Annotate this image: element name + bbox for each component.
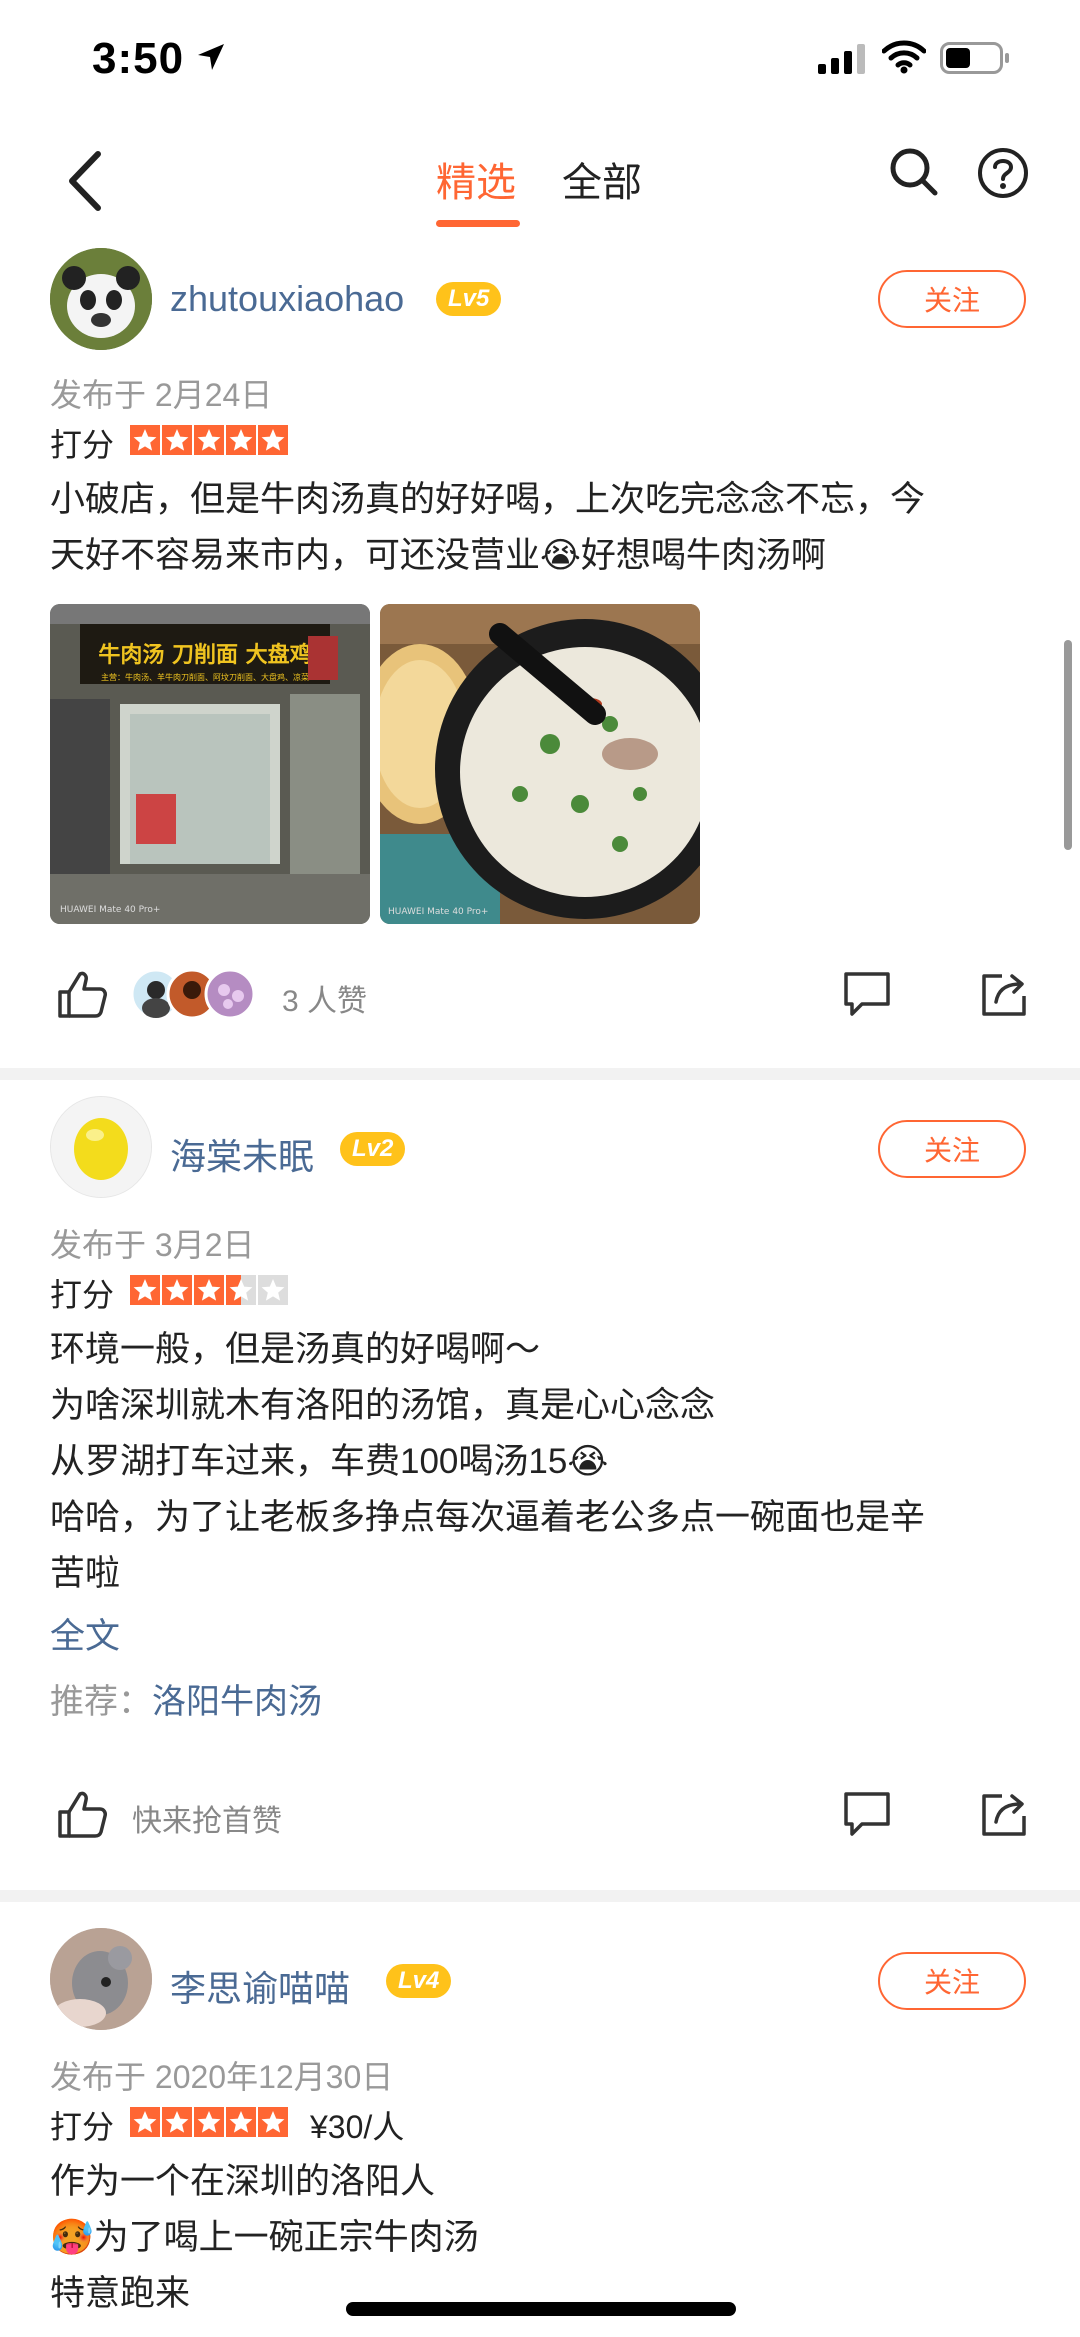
cellular-signal-icon: [818, 44, 865, 74]
share-icon[interactable]: [980, 970, 1028, 1018]
status-bar: 3:50: [0, 0, 1080, 120]
review-text-line: 为啥深圳就木有洛阳的汤馆，真是心心念念: [50, 1386, 716, 1425]
star-icon: [162, 1275, 192, 1305]
wifi-icon: [882, 40, 926, 74]
username[interactable]: 海棠未眠: [170, 1128, 314, 1180]
shop-sign-text: 牛肉汤 刀削面 大盘鸡: [98, 642, 311, 668]
likes-count: 3 人赞: [282, 985, 368, 1018]
review-text-line: 🥵为了喝上一碗正宗牛肉汤: [50, 2218, 479, 2257]
first-like-prompt: 快来抢首赞: [132, 1805, 282, 1838]
like-icon[interactable]: [56, 970, 108, 1020]
level-badge: Lv4: [386, 1964, 452, 1998]
share-icon[interactable]: [980, 1790, 1028, 1838]
recommend-dish-link[interactable]: 洛阳牛肉汤: [152, 1683, 322, 1721]
star-rating: [130, 1275, 290, 1305]
liker-avatars[interactable]: [130, 968, 260, 1020]
review-list: zhutouxiaohao Lv5 关注 发布于 2月24日 打分 小破店，但是…: [0, 240, 1080, 2322]
post-date: 发布于 3月2日: [50, 1227, 255, 1263]
star-icon: [130, 1275, 160, 1305]
username[interactable]: zhutouxiaohao: [170, 278, 404, 320]
review-text-line: 从罗湖打车过来，车费100喝汤15😭: [50, 1442, 609, 1481]
star-icon: [130, 2107, 160, 2137]
star-rating: [130, 2107, 290, 2137]
review-card: 李思谕喵喵 Lv4 关注 发布于 2020年12月30日 打分 ¥30/人 作为…: [0, 1902, 1080, 2322]
star-rating: [130, 425, 290, 455]
star-icon: [258, 425, 288, 455]
score-label: 打分: [50, 1277, 115, 1313]
star-icon: [162, 2107, 192, 2137]
like-icon[interactable]: [56, 1790, 108, 1840]
tab-all[interactable]: 全部: [562, 150, 642, 208]
review-card: zhutouxiaohao Lv5 关注 发布于 2月24日 打分 小破店，但是…: [0, 240, 1080, 1068]
follow-button[interactable]: 关注: [878, 1952, 1026, 2010]
location-arrow-icon: [198, 44, 224, 70]
battery-icon: [940, 42, 1009, 74]
star-icon: [194, 1275, 224, 1305]
avatar[interactable]: [50, 248, 152, 350]
username[interactable]: 李思谕喵喵: [170, 1960, 350, 2012]
star-icon: [258, 2107, 288, 2137]
review-text: 环境一般，但是汤真的好喝啊～ 为啥深圳就木有洛阳的汤馆，真是心心念念 从罗湖打车…: [50, 1322, 1030, 1602]
recommended-dish: 推荐：洛阳牛肉汤: [50, 1674, 322, 1723]
review-text-line: 小破店，但是牛肉汤真的好好喝，上次吃完念念不忘，今: [50, 480, 926, 519]
review-text-line: 哈哈，为了让老板多挣点每次逼着老公多点一碗面也是辛: [50, 1498, 926, 1537]
search-icon[interactable]: [888, 146, 940, 198]
star-icon: [194, 425, 224, 455]
star-icon: [226, 2107, 256, 2137]
level-badge: Lv2: [340, 1132, 406, 1166]
star-icon: [226, 425, 256, 455]
expand-full-text-link[interactable]: 全文: [50, 1608, 120, 1659]
star-icon: [130, 425, 160, 455]
review-photo-soup[interactable]: HUAWEI Mate 40 Pro+: [380, 604, 700, 924]
review-text: 作为一个在深圳的洛阳人 🥵为了喝上一碗正宗牛肉汤 特意跑来: [50, 2154, 1030, 2322]
photo-watermark: HUAWEI Mate 40 Pro+: [388, 907, 488, 917]
section-divider: [0, 1068, 1080, 1080]
status-time: 3:50: [92, 34, 185, 83]
section-divider: [0, 1890, 1080, 1902]
back-arrow-icon[interactable]: [62, 146, 112, 216]
star-icon: [226, 1275, 256, 1305]
level-badge: Lv5: [436, 282, 502, 316]
review-card: 海棠未眠 Lv2 关注 发布于 3月2日 打分 环境一般，但是汤真的好喝啊～ 为…: [0, 1080, 1080, 1890]
follow-button[interactable]: 关注: [878, 1120, 1026, 1178]
star-icon: [258, 1275, 288, 1305]
shop-sign-subtext: 主营：牛肉汤、羊牛肉刀削面、阿坟刀削面、大盘鸡、凉菜: [101, 672, 309, 682]
recommend-label: 推荐：: [50, 1683, 152, 1721]
avatar[interactable]: [50, 1096, 152, 1198]
tab-featured[interactable]: 精选: [436, 150, 516, 208]
star-icon: [162, 425, 192, 455]
review-photo-storefront[interactable]: 牛肉汤 刀削面 大盘鸡 主营：牛肉汤、羊牛肉刀削面、阿坟刀削面、大盘鸡、凉菜 H…: [50, 604, 370, 924]
review-text-line: 作为一个在深圳的洛阳人: [50, 2162, 436, 2201]
review-text-line: 环境一般，但是汤真的好喝啊～: [50, 1330, 541, 1369]
comment-icon[interactable]: [842, 1790, 892, 1838]
review-text-line: 天好不容易来市内，可还没营业😭好想喝牛肉汤啊: [50, 536, 826, 575]
help-icon[interactable]: [976, 146, 1030, 200]
review-text-line: 苦啦: [50, 1554, 121, 1593]
star-icon: [194, 2107, 224, 2137]
score-label: 打分: [50, 2109, 115, 2145]
post-date: 发布于 2020年12月30日: [50, 2059, 394, 2095]
comment-icon[interactable]: [842, 970, 892, 1018]
tab-indicator: [436, 220, 520, 227]
post-date: 发布于 2月24日: [50, 377, 273, 413]
review-text: 小破店，但是牛肉汤真的好好喝，上次吃完念念不忘，今 天好不容易来市内，可还没营业…: [50, 472, 1030, 584]
photo-watermark: HUAWEI Mate 40 Pro+: [60, 905, 160, 915]
follow-button[interactable]: 关注: [878, 270, 1026, 328]
price-per-person: ¥30/人: [310, 2109, 405, 2145]
avatar[interactable]: [50, 1928, 152, 2030]
home-indicator[interactable]: [346, 2302, 736, 2316]
top-nav-bar: 精选 全部: [0, 120, 1080, 240]
score-label: 打分: [50, 427, 115, 463]
